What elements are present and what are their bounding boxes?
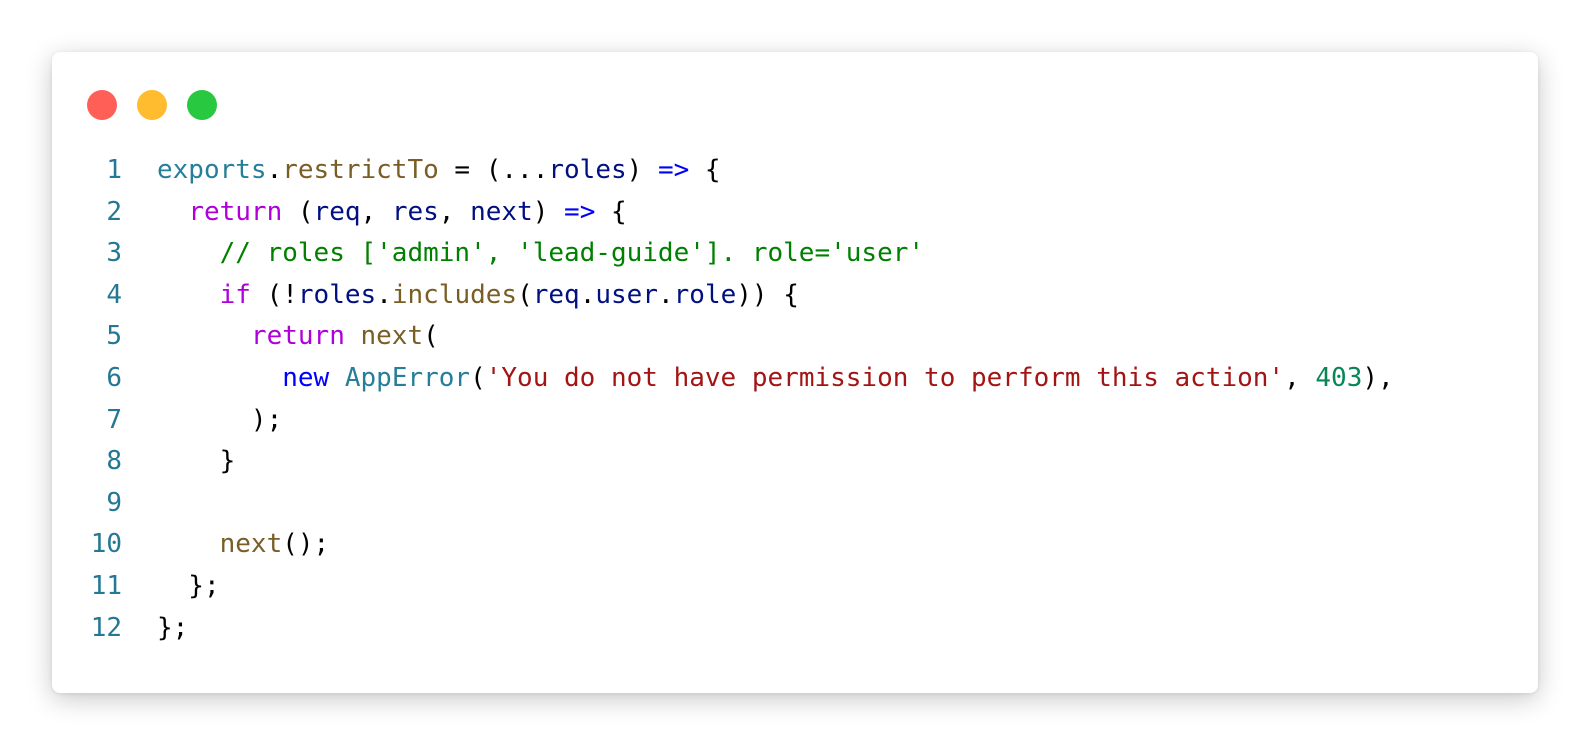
code-token-function: includes (391, 279, 518, 310)
code-token-variable: AppError (344, 362, 471, 393)
code-line: 6 new AppError('You do not have permissi… (52, 358, 1394, 400)
line-number: 8 (106, 446, 122, 477)
code-token-default: ), (1362, 362, 1394, 393)
code-text: exports.restrictTo = (...roles) => { (122, 150, 721, 192)
code-token-default: ) (532, 196, 565, 227)
code-token-default: = (... (438, 155, 549, 185)
code-line: 8 } (52, 441, 1394, 483)
code-text: }; (122, 566, 220, 608)
code-token-function: restrictTo (282, 155, 439, 185)
code-token-default (329, 363, 345, 393)
code-token-param: res (391, 196, 439, 227)
code-token-default: . (266, 155, 283, 185)
code-token-default: (! (250, 279, 298, 310)
code-token-keyword-control: return (250, 321, 345, 352)
code-token-default: ) (626, 155, 658, 185)
code-text: }; (122, 608, 188, 650)
code-token-param: roles (297, 279, 377, 310)
code-token-default: }; (157, 612, 189, 643)
line-number: 10 (90, 529, 122, 560)
code-line: 10 next(); (52, 524, 1394, 566)
code-line: 7 ); (52, 400, 1394, 442)
minimize-dot-icon[interactable] (137, 90, 167, 120)
code-token-default (157, 321, 251, 351)
code-token-keyword-control: return (188, 196, 283, 227)
code-line: 12}; (52, 608, 1394, 650)
line-number: 12 (90, 612, 122, 643)
code-token-default (157, 197, 188, 227)
code-token-default (157, 529, 220, 559)
code-token-param: next (470, 196, 533, 227)
code-token-comment: // roles ['admin', 'lead-guide']. role='… (219, 238, 925, 269)
code-line: 5 return next( (52, 316, 1394, 358)
line-number: 9 (106, 487, 122, 518)
line-number: 2 (106, 196, 122, 227)
code-token-default: ( (470, 362, 486, 393)
code-token-default: . (657, 279, 674, 310)
code-line: 11 }; (52, 566, 1394, 608)
code-token-function: next (219, 529, 283, 560)
line-number: 6 (106, 362, 122, 393)
code-token-default: . (579, 279, 596, 310)
code-token-default: }; (157, 570, 220, 601)
code-token-param: user (595, 279, 658, 310)
code-token-default (157, 280, 220, 310)
line-number: 3 (106, 238, 122, 269)
code-token-default (157, 238, 220, 268)
code-token-default: (); (282, 529, 330, 560)
code-token-keyword-blue: => (564, 196, 596, 227)
window-controls (87, 90, 217, 120)
code-token-default: )) { (736, 279, 799, 310)
code-token-param: role (673, 279, 737, 310)
line-number: 4 (106, 279, 122, 310)
code-block[interactable]: 1 exports.restrictTo = (...roles) => {2 r… (52, 150, 1394, 649)
code-token-param: req (532, 279, 580, 310)
code-text: } (122, 441, 236, 483)
code-token-default: { (689, 155, 721, 185)
code-text: return (req, res, next) => { (122, 192, 627, 234)
code-line: 9 (52, 483, 1394, 525)
code-token-default: . (376, 279, 392, 310)
code-text: new AppError('You do not have permission… (122, 358, 1394, 400)
code-token-default: ( (423, 321, 439, 352)
code-line: 1 exports.restrictTo = (...roles) => { (52, 150, 1394, 192)
code-line: 3 // roles ['admin', 'lead-guide']. role… (52, 233, 1394, 275)
line-number: 1 (106, 155, 122, 185)
code-token-default (157, 363, 282, 393)
code-token-default: ( (517, 279, 533, 310)
maximize-dot-icon[interactable] (187, 90, 217, 120)
code-token-variable: exports (157, 155, 267, 185)
code-token-default: ( (282, 196, 314, 227)
code-text: ); (122, 400, 282, 442)
code-line: 2 return (req, res, next) => { (52, 192, 1394, 234)
code-token-default: } (157, 446, 236, 477)
code-text: if (!roles.includes(req.user.role)) { (122, 275, 799, 317)
code-token-default: { (595, 196, 627, 227)
code-token-number: 403 (1315, 362, 1363, 393)
code-text: // roles ['admin', 'lead-guide']. role='… (122, 233, 924, 275)
line-number: 5 (106, 321, 122, 352)
line-number: 11 (90, 570, 122, 601)
code-token-default: ); (157, 404, 283, 435)
code-line: 4 if (!roles.includes(req.user.role)) { (52, 275, 1394, 317)
code-token-param: req (313, 196, 361, 227)
code-text: return next( (122, 316, 439, 358)
close-dot-icon[interactable] (87, 90, 117, 120)
line-number: 7 (106, 404, 122, 435)
code-token-keyword-control: if (219, 279, 251, 310)
code-token-param: roles (548, 155, 627, 185)
code-text: next(); (122, 524, 330, 566)
code-window: 1 exports.restrictTo = (...roles) => {2 r… (52, 52, 1538, 693)
code-token-default (345, 321, 361, 351)
code-token-default: , (360, 196, 392, 227)
code-token-keyword-blue: => (657, 155, 690, 185)
code-token-keyword-blue: new (282, 362, 330, 393)
code-token-string: 'You do not have permission to perform t… (485, 362, 1285, 393)
code-token-function: next (360, 321, 424, 352)
code-token-default: , (438, 196, 471, 227)
code-token-default: , (1284, 362, 1316, 393)
